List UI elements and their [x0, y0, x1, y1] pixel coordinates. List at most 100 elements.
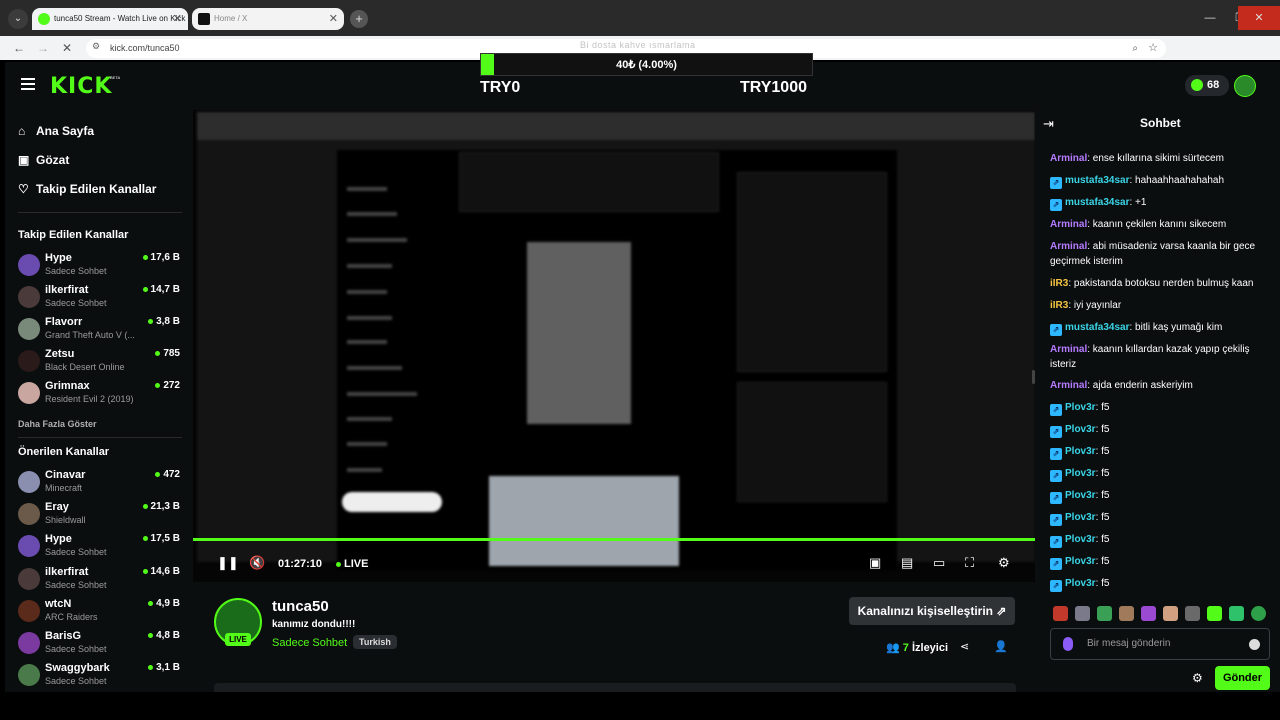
chat-scrollbar[interactable]	[1032, 370, 1035, 384]
chat-message: ⇗ Plov3r: f5	[1050, 444, 1262, 460]
settings-gear-icon[interactable]: ⚙	[998, 555, 1010, 571]
chat-username[interactable]: Plov3r	[1065, 424, 1096, 435]
channel-category: Shieldwall	[45, 515, 86, 525]
emote-icon[interactable]	[1075, 606, 1090, 621]
zoom-icon[interactable]: ⌕	[1132, 39, 1138, 58]
chat-username[interactable]: Plov3r	[1065, 402, 1096, 413]
followed-channel[interactable]: Flavorr Grand Theft Auto V (... 3,8 B	[18, 314, 182, 344]
recommended-channel[interactable]: Cinavar Minecraft 472	[18, 467, 182, 497]
chat-username[interactable]: Arminal	[1050, 153, 1087, 164]
language-tag[interactable]: Turkish	[353, 635, 397, 649]
close-tab-icon[interactable]: ✕	[329, 8, 338, 30]
clip-icon[interactable]: ▤	[901, 555, 913, 571]
hamburger-menu-icon[interactable]	[21, 78, 35, 90]
emote-icon[interactable]	[1251, 606, 1266, 621]
chat-username[interactable]: iIR3	[1050, 278, 1068, 289]
tab-kick[interactable]: tunca50 Stream - Watch Live on Kick ✕	[32, 8, 188, 30]
chat-message: ⇗ Plov3r: f5	[1050, 532, 1262, 548]
chat-username[interactable]: mustafa34sar	[1065, 197, 1129, 208]
followed-channel[interactable]: Hype Sadece Sohbet 17,6 B	[18, 250, 182, 280]
chat-username[interactable]: Plov3r	[1065, 512, 1096, 523]
chat-username[interactable]: Arminal	[1050, 219, 1087, 230]
channel-avatar	[18, 535, 40, 557]
tab-x[interactable]: Home / X ✕	[192, 8, 344, 30]
nav-home[interactable]: ⌂ Ana Sayfa	[18, 124, 94, 138]
channel-points-badge[interactable]: 68	[1185, 75, 1229, 96]
followed-channel[interactable]: Zetsu Black Desert Online 785	[18, 346, 182, 376]
close-window-button[interactable]: ✕	[1238, 6, 1280, 30]
chat-username[interactable]: Plov3r	[1065, 556, 1096, 567]
nav-browse[interactable]: ▣ Gözat	[18, 153, 69, 167]
mute-icon[interactable]: 🔇	[249, 555, 265, 571]
video-progress-bar[interactable]	[193, 538, 1035, 541]
donation-goal-max: TRY1000	[740, 79, 807, 96]
emote-icon[interactable]	[1097, 606, 1112, 621]
chat-username[interactable]: Plov3r	[1065, 578, 1096, 589]
live-badge: LIVE	[225, 633, 251, 646]
chat-settings-icon[interactable]: ⚙	[1192, 671, 1203, 685]
bookmark-star-icon[interactable]: ☆	[1148, 39, 1158, 58]
playback-time: 01:27:10	[278, 558, 323, 570]
chat-username[interactable]: Arminal	[1050, 241, 1087, 252]
recommended-channel[interactable]: Eray Shieldwall 21,3 B	[18, 499, 182, 529]
channel-avatar	[18, 318, 40, 340]
emote-icon[interactable]	[1053, 606, 1068, 621]
minimize-button[interactable]: —	[1195, 6, 1225, 30]
chat-username[interactable]: Arminal	[1050, 344, 1087, 355]
chat-username[interactable]: Plov3r	[1065, 468, 1096, 479]
collapse-chat-icon[interactable]: ⇥	[1043, 116, 1054, 132]
send-message-button[interactable]: Gönder	[1215, 666, 1270, 690]
recommended-channel[interactable]: Swaggybark Sadece Sohbet 3,1 B	[18, 660, 182, 690]
recommended-channel[interactable]: Hype Sadece Sohbet 17,5 B	[18, 531, 182, 561]
site-info-icon[interactable]: ⚙	[92, 41, 100, 52]
new-tab-button[interactable]: +	[350, 10, 368, 28]
channel-viewers: 21,3 B	[143, 501, 180, 512]
stream-category[interactable]: Sadece Sohbet	[272, 637, 347, 649]
pause-icon[interactable]: ❚❚	[217, 555, 239, 571]
chat-text: bitli kaş yumağı kim	[1135, 322, 1223, 333]
chat-username[interactable]: Plov3r	[1065, 534, 1096, 545]
channel-name: Zetsu	[45, 348, 75, 360]
followed-channel[interactable]: ilkerfirat Sadece Sohbet 14,7 B	[18, 282, 182, 312]
nav-following[interactable]: ♡ Takip Edilen Kanallar	[18, 182, 156, 196]
recommended-channel[interactable]: ilkerfirat Sadece Sohbet 14,6 B	[18, 564, 182, 594]
theater-mode-icon[interactable]: ▭	[933, 555, 945, 571]
recommended-channel[interactable]: wtcN ARC Raiders 4,9 B	[18, 596, 182, 626]
home-icon: ⌂	[18, 124, 26, 138]
mini-player-icon[interactable]: ▣	[869, 555, 881, 571]
chat-username[interactable]: Plov3r	[1065, 446, 1096, 457]
stop-loading-icon[interactable]: ✕	[58, 39, 76, 57]
kick-logo[interactable]: KICK	[50, 74, 112, 99]
chat-username[interactable]: Arminal	[1050, 380, 1087, 391]
emote-icon[interactable]	[1185, 606, 1200, 621]
channel-name[interactable]: tunca50	[272, 598, 329, 615]
emote-icon[interactable]	[1207, 606, 1222, 621]
back-icon[interactable]: ←	[10, 39, 28, 57]
emote-icon[interactable]	[1141, 606, 1156, 621]
chat-message: iIR3: iyi yayınlar	[1050, 300, 1122, 311]
emote-icon[interactable]	[1163, 606, 1178, 621]
emote-icon[interactable]	[1119, 606, 1134, 621]
user-avatar[interactable]	[1234, 75, 1256, 97]
tab-search-button[interactable]: ⌄	[8, 9, 28, 29]
chat-username[interactable]: iIR3	[1050, 300, 1068, 311]
emoji-picker-icon[interactable]	[1249, 639, 1260, 650]
customize-channel-button[interactable]: Kanalınızı kişiselleştirin ⇗	[849, 597, 1015, 625]
followed-channel[interactable]: Grimnax Resident Evil 2 (2019) 272	[18, 378, 182, 408]
video-player[interactable]: ❚❚ 🔇 01:27:10 LIVE ▣ ▤ ▭ ⛶ ⚙	[193, 110, 1035, 582]
chat-username[interactable]: mustafa34sar	[1065, 322, 1129, 333]
show-more-link[interactable]: Daha Fazla Göster	[18, 419, 97, 429]
microphone-icon[interactable]	[1063, 637, 1073, 651]
forward-icon[interactable]: →	[34, 39, 52, 57]
chat-message-input[interactable]: Bir mesaj gönderin	[1050, 628, 1270, 660]
points-icon	[1191, 79, 1203, 91]
close-tab-icon[interactable]: ✕	[173, 8, 182, 30]
follow-user-icon[interactable]: 👤	[994, 640, 1008, 653]
chat-username[interactable]: Plov3r	[1065, 490, 1096, 501]
channel-viewers: 4,8 B	[148, 630, 180, 641]
chat-username[interactable]: mustafa34sar	[1065, 175, 1129, 186]
share-icon[interactable]: ⋖	[960, 640, 969, 653]
fullscreen-icon[interactable]: ⛶	[965, 555, 974, 571]
recommended-channel[interactable]: BarisG Sadece Sohbet 4,8 B	[18, 628, 182, 658]
emote-icon[interactable]	[1229, 606, 1244, 621]
